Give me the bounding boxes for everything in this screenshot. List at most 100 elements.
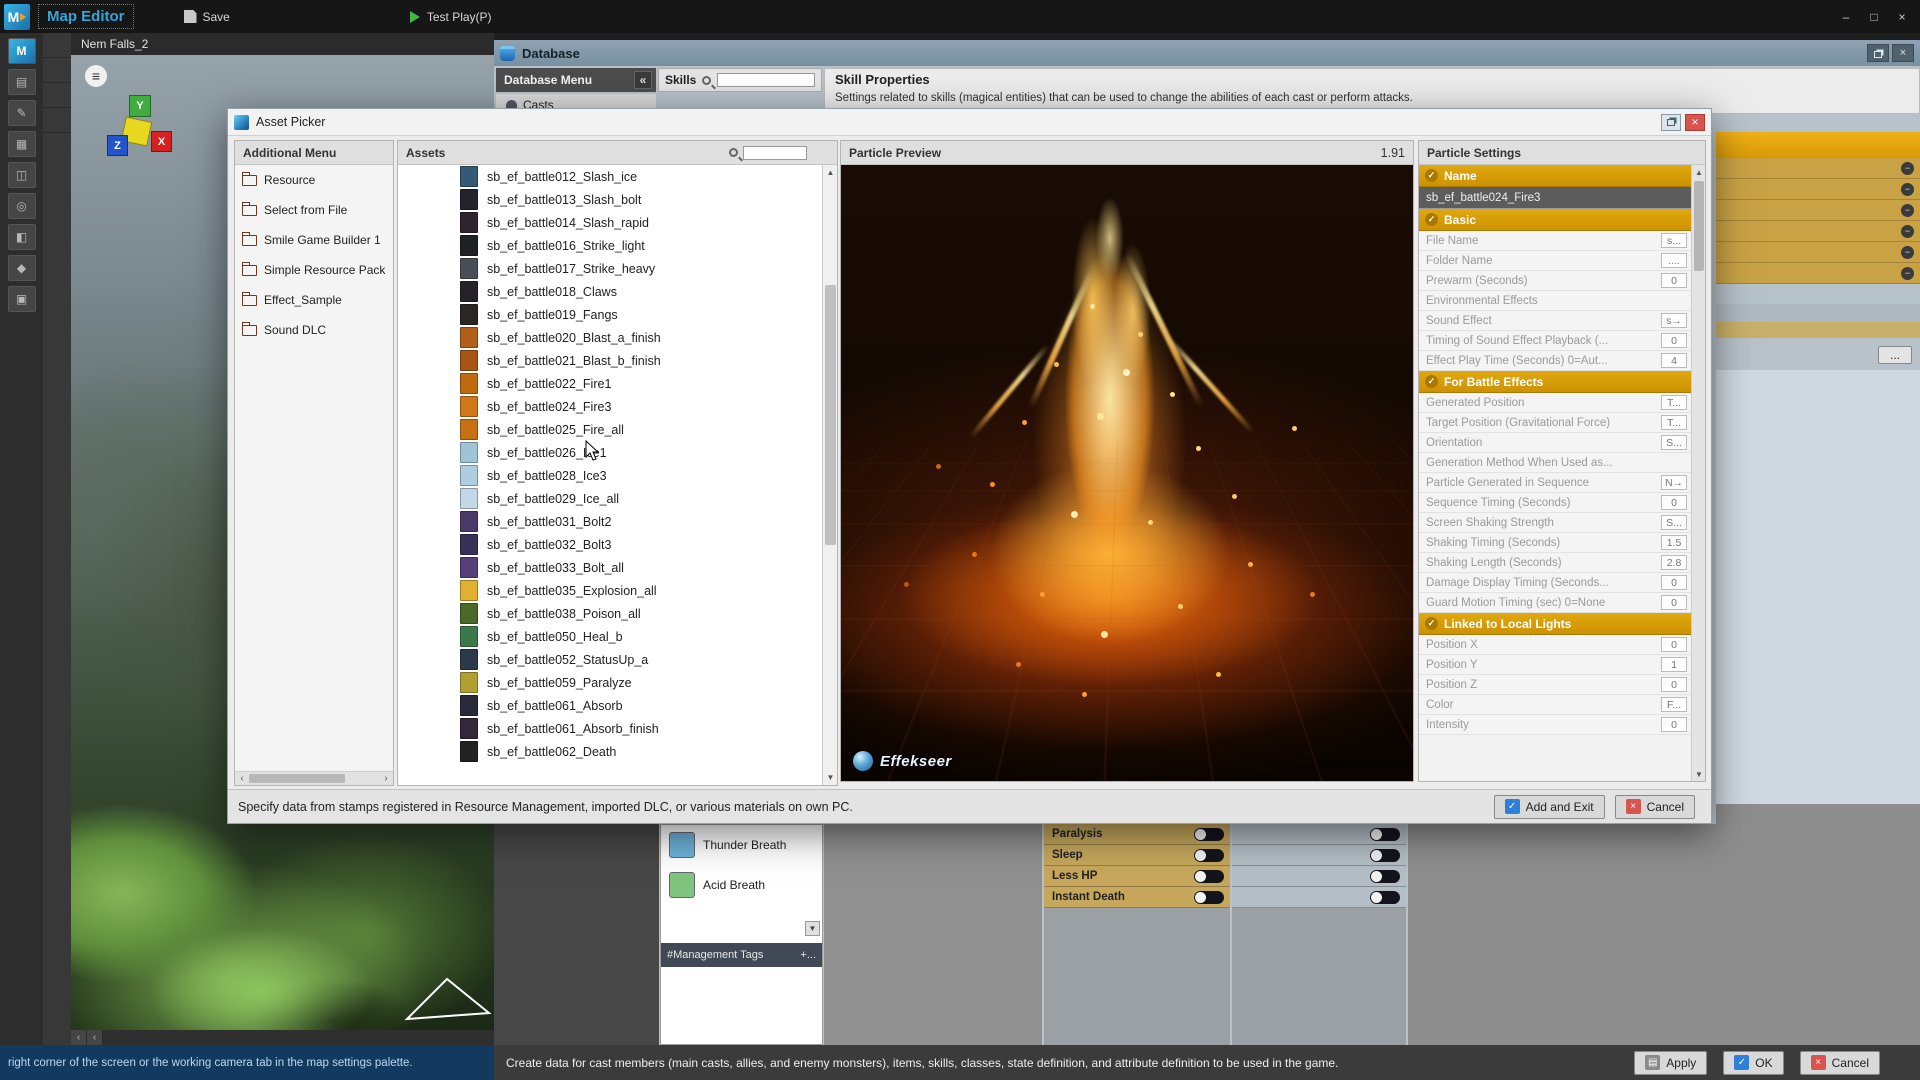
property-value[interactable]: 0 (1661, 595, 1687, 610)
object-tool-icon[interactable] (8, 255, 36, 281)
asset-list-item[interactable]: sb_ef_battle059_Paralyze (398, 671, 822, 694)
skill-property-row[interactable] (1716, 179, 1920, 200)
toggle-switch[interactable] (1370, 870, 1400, 883)
toggle-switch[interactable] (1370, 891, 1400, 904)
scroll-down-icon[interactable] (1692, 767, 1706, 781)
property-value[interactable]: 0 (1661, 717, 1687, 732)
property-value[interactable]: s→ (1661, 313, 1687, 328)
dialog-cancel-button[interactable]: Cancel (1615, 795, 1695, 819)
remove-icon[interactable] (1901, 183, 1914, 196)
scroll-down-icon[interactable] (805, 921, 820, 936)
state-toggle-row[interactable] (1232, 887, 1406, 908)
maximize-icon[interactable] (1860, 6, 1888, 28)
asset-list-item[interactable]: sb_ef_battle012_Slash_ice (398, 165, 822, 188)
additional-menu-item[interactable]: Simple Resource Pack (235, 255, 393, 285)
side-tab[interactable] (43, 58, 71, 83)
property-value[interactable]: 0 (1661, 495, 1687, 510)
apply-button[interactable]: Apply (1634, 1051, 1707, 1075)
axis-cube-x[interactable]: X (151, 131, 172, 152)
asset-list-item[interactable]: sb_ef_battle052_StatusUp_a (398, 648, 822, 671)
name-value-field[interactable]: sb_ef_battle024_Fire3 (1419, 187, 1691, 209)
pen-tool-icon[interactable] (8, 100, 36, 126)
dialog-titlebar[interactable]: Asset Picker × (228, 109, 1711, 136)
scrollbar-thumb[interactable] (825, 285, 836, 545)
toggle-switch[interactable] (1194, 870, 1224, 883)
asset-list-item[interactable]: sb_ef_battle022_Fire1 (398, 372, 822, 395)
minimize-icon[interactable] (1832, 6, 1860, 28)
map-horizontal-scrollbar[interactable] (71, 1030, 494, 1045)
property-value[interactable]: T... (1661, 415, 1687, 430)
database-titlebar[interactable]: Database × (494, 40, 1920, 66)
asset-list-item[interactable]: sb_ef_battle032_Bolt3 (398, 533, 822, 556)
toggle-switch[interactable] (1194, 828, 1224, 841)
property-value[interactable]: 4 (1661, 353, 1687, 368)
settings-vertical-scrollbar[interactable] (1691, 165, 1705, 781)
axis-gizmo[interactable]: Y Z X (107, 95, 197, 185)
state-toggle-row[interactable] (1232, 845, 1406, 866)
test-play-button[interactable]: Test Play(P) (400, 6, 502, 28)
preview-canvas[interactable]: Effekseer (841, 165, 1413, 781)
property-value[interactable]: 1.5 (1661, 535, 1687, 550)
asset-list-item[interactable]: sb_ef_battle033_Bolt_all (398, 556, 822, 579)
asset-list-item[interactable]: sb_ef_battle061_Absorb_finish (398, 717, 822, 740)
additional-menu-item[interactable]: Smile Game Builder 1 (235, 225, 393, 255)
scroll-right-icon[interactable] (379, 772, 393, 785)
asset-list-item[interactable]: sb_ef_battle029_Ice_all (398, 487, 822, 510)
more-button[interactable]: ... (1878, 346, 1912, 364)
axis-cube-z[interactable]: Z (107, 135, 128, 156)
skill-property-row[interactable] (1716, 200, 1920, 221)
side-tab[interactable] (43, 83, 71, 108)
remove-icon[interactable] (1901, 225, 1914, 238)
asset-list-item[interactable]: sb_ef_battle061_Absorb (398, 694, 822, 717)
remove-icon[interactable] (1901, 246, 1914, 259)
axis-cube-y[interactable]: Y (129, 95, 151, 117)
asset-list-item[interactable]: sb_ef_battle019_Fangs (398, 303, 822, 326)
menu-item[interactable] (268, 11, 296, 23)
property-value[interactable]: N→ (1661, 475, 1687, 490)
app-mini-logo-icon[interactable]: M (8, 38, 36, 64)
dialog-close-button[interactable]: × (1685, 114, 1705, 131)
save-button[interactable]: Save (174, 6, 240, 28)
asset-list-item[interactable]: sb_ef_battle035_Explosion_all (398, 579, 822, 602)
asset-list-item[interactable]: sb_ef_battle021_Blast_b_finish (398, 349, 822, 372)
property-value[interactable]: .... (1661, 253, 1687, 268)
select-tool-icon[interactable] (8, 69, 36, 95)
skill-property-row[interactable] (1716, 221, 1920, 242)
property-value[interactable]: 0 (1661, 333, 1687, 348)
property-value[interactable]: 0 (1661, 575, 1687, 590)
map-menu-button[interactable] (85, 65, 107, 87)
toggle-switch[interactable] (1370, 828, 1400, 841)
toggle-switch[interactable] (1370, 849, 1400, 862)
skills-search-input[interactable] (717, 73, 815, 87)
scroll-down-icon[interactable] (823, 770, 838, 785)
asset-list-item[interactable]: sb_ef_battle028_Ice3 (398, 464, 822, 487)
additional-menu-item[interactable]: Sound DLC (235, 315, 393, 345)
asset-list-item[interactable]: sb_ef_battle031_Bolt2 (398, 510, 822, 533)
menu-item[interactable] (240, 11, 268, 23)
asset-list-item[interactable]: sb_ef_battle038_Poison_all (398, 602, 822, 625)
ok-button[interactable]: OK (1723, 1051, 1783, 1075)
scroll-left-icon[interactable] (87, 1030, 103, 1045)
settings-section-lights[interactable]: Linked to Local Lights (1419, 613, 1691, 635)
scrollbar-thumb[interactable] (249, 774, 345, 783)
add-tag-button[interactable]: +... (800, 949, 816, 961)
settings-section-basic[interactable]: Basic (1419, 209, 1691, 231)
remove-icon[interactable] (1901, 267, 1914, 280)
property-value[interactable]: 0 (1661, 273, 1687, 288)
property-value[interactable]: 0 (1661, 637, 1687, 652)
side-tab[interactable] (43, 108, 71, 133)
state-toggle-row[interactable]: Less HP (1044, 866, 1230, 887)
additional-menu-item[interactable]: Effect_Sample (235, 285, 393, 315)
asset-list-item[interactable]: sb_ef_battle025_Fire_all (398, 418, 822, 441)
toggle-switch[interactable] (1194, 891, 1224, 904)
assets-search[interactable] (729, 146, 807, 160)
scroll-up-icon[interactable] (1692, 165, 1706, 179)
skill-property-row[interactable] (1716, 263, 1920, 284)
remove-icon[interactable] (1901, 162, 1914, 175)
grid-tool-icon[interactable] (8, 131, 36, 157)
asset-list-item[interactable]: sb_ef_battle014_Slash_rapid (398, 211, 822, 234)
asset-list-item[interactable]: sb_ef_battle024_Fire3 (398, 395, 822, 418)
additional-menu-item[interactable]: Select from File (235, 195, 393, 225)
assets-vertical-scrollbar[interactable] (822, 165, 837, 785)
skill-list-item[interactable]: Thunder Breath (661, 825, 822, 865)
